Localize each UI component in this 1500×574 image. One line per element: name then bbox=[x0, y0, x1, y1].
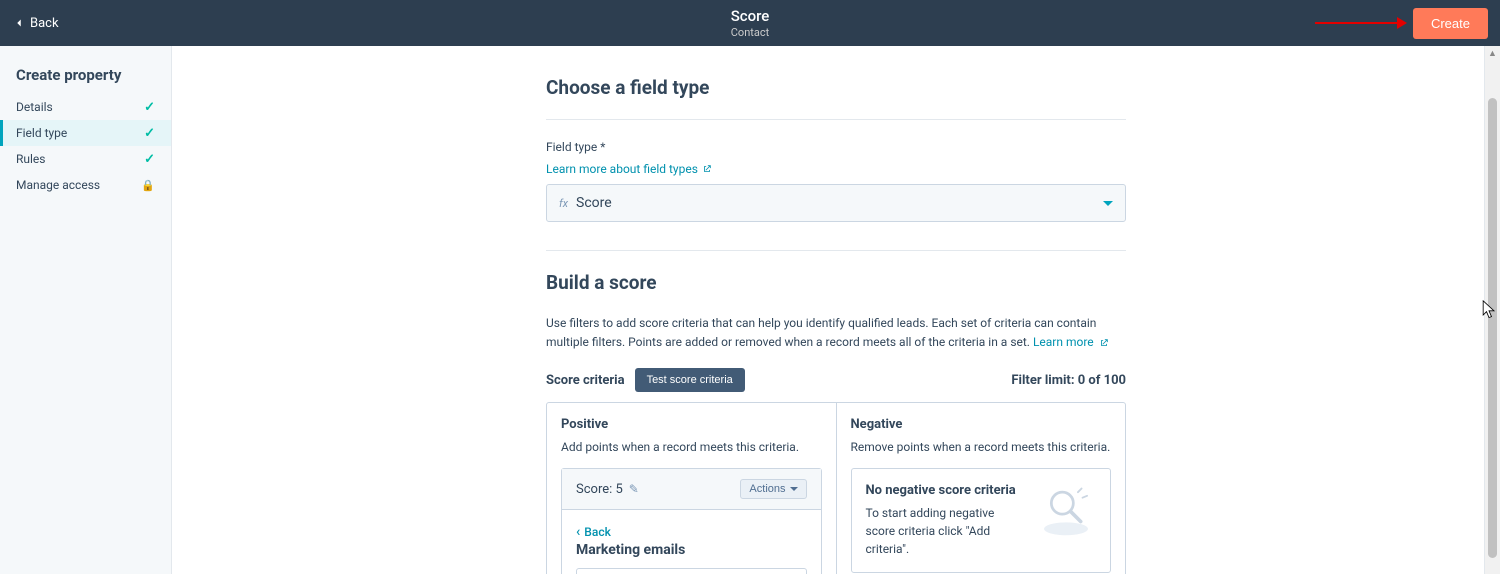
positive-desc: Add points when a record meets this crit… bbox=[561, 440, 822, 454]
learn-link-text: Learn more about field types bbox=[546, 162, 698, 176]
scroll-thumb[interactable] bbox=[1488, 98, 1497, 558]
chevron-left-icon: ‹ bbox=[576, 524, 580, 540]
card-back-label: Back bbox=[584, 525, 611, 539]
chevron-left-icon bbox=[12, 16, 26, 30]
negative-desc: Remove points when a record meets this c… bbox=[851, 440, 1112, 454]
sidebar-title: Create property bbox=[0, 66, 171, 94]
sidebar-item-manage-access[interactable]: Manage access 🔒 bbox=[0, 172, 171, 198]
page-title: Score bbox=[731, 7, 770, 25]
filter-limit-label: Filter limit: 0 of 100 bbox=[1011, 373, 1126, 388]
divider bbox=[546, 250, 1126, 251]
back-label: Back bbox=[30, 16, 59, 31]
negative-column: Negative Remove points when a record mee… bbox=[836, 403, 1126, 574]
chevron-down-icon bbox=[790, 487, 798, 491]
choose-field-heading: Choose a field type bbox=[546, 76, 1126, 99]
card-back-link[interactable]: ‹ Back bbox=[576, 524, 807, 540]
criteria-header: Score criteria Test score criteria Filte… bbox=[546, 368, 1126, 392]
sidebar-item-label: Manage access bbox=[16, 178, 100, 192]
external-link-icon bbox=[1099, 338, 1109, 348]
back-button[interactable]: Back bbox=[12, 16, 59, 31]
check-icon: ✓ bbox=[144, 152, 155, 167]
test-score-button[interactable]: Test score criteria bbox=[635, 368, 745, 392]
field-type-label: Field type * bbox=[546, 140, 1126, 154]
page-subtitle: Contact bbox=[731, 26, 770, 39]
criteria-container: Positive Add points when a record meets … bbox=[546, 402, 1126, 574]
learn-field-types-link[interactable]: Learn more about field types bbox=[546, 162, 712, 176]
search-box[interactable] bbox=[576, 568, 807, 574]
score-criteria-label: Score criteria bbox=[546, 373, 625, 388]
learn-more-text: Learn more bbox=[1033, 335, 1094, 349]
sidebar: Create property Details ✓ Field type ✓ R… bbox=[0, 46, 172, 574]
negative-empty-state: No negative score criteria To start addi… bbox=[851, 468, 1112, 573]
sidebar-item-rules[interactable]: Rules ✓ bbox=[0, 146, 171, 172]
build-score-heading: Build a score bbox=[546, 271, 1126, 294]
divider bbox=[546, 119, 1126, 120]
function-icon: fx bbox=[559, 197, 568, 210]
check-icon: ✓ bbox=[144, 126, 155, 141]
score-card-body: ‹ Back Marketing emails Company Signed bbox=[562, 510, 821, 574]
score-value[interactable]: Score: 5 ✎ bbox=[576, 482, 639, 497]
sidebar-item-label: Field type bbox=[16, 126, 67, 140]
annotation-arrow bbox=[1315, 22, 1405, 24]
magnifier-illustration-icon bbox=[1036, 483, 1096, 538]
pencil-icon: ✎ bbox=[629, 482, 639, 496]
main-content: Choose a field type Field type * Learn m… bbox=[172, 46, 1500, 574]
header-actions: Create bbox=[1315, 8, 1488, 39]
sidebar-item-label: Rules bbox=[16, 152, 45, 166]
sidebar-item-details[interactable]: Details ✓ bbox=[0, 94, 171, 120]
actions-button[interactable]: Actions bbox=[740, 479, 806, 499]
negative-empty-desc: To start adding negative score criteria … bbox=[866, 504, 1027, 558]
marketing-emails-title: Marketing emails bbox=[576, 542, 807, 558]
header-title-block: Score Contact bbox=[731, 7, 770, 39]
scrollbar[interactable]: ▲ bbox=[1484, 46, 1500, 574]
lock-icon: 🔒 bbox=[141, 179, 155, 192]
external-link-icon bbox=[702, 164, 712, 174]
scroll-up-icon[interactable]: ▲ bbox=[1485, 46, 1500, 62]
score-value-text: Score: 5 bbox=[576, 482, 623, 497]
app-header: Back Score Contact Create bbox=[0, 0, 1500, 46]
sidebar-item-field-type[interactable]: Field type ✓ bbox=[0, 120, 171, 146]
score-card-header: Score: 5 ✎ Actions bbox=[562, 469, 821, 510]
build-desc-text: Use filters to add score criteria that c… bbox=[546, 316, 1096, 349]
actions-label: Actions bbox=[749, 483, 785, 495]
positive-column: Positive Add points when a record meets … bbox=[547, 403, 836, 574]
check-icon: ✓ bbox=[144, 100, 155, 115]
positive-title: Positive bbox=[561, 417, 822, 432]
chevron-down-icon bbox=[1103, 201, 1113, 206]
sidebar-item-label: Details bbox=[16, 100, 53, 114]
build-score-description: Use filters to add score criteria that c… bbox=[546, 314, 1126, 352]
negative-empty-title: No negative score criteria bbox=[866, 483, 1027, 498]
field-type-value: Score bbox=[576, 195, 612, 211]
create-button[interactable]: Create bbox=[1413, 8, 1488, 39]
learn-more-link[interactable]: Learn more bbox=[1033, 335, 1109, 349]
field-type-select[interactable]: fx Score bbox=[546, 184, 1126, 222]
score-card: Score: 5 ✎ Actions ‹ Back bbox=[561, 468, 822, 574]
negative-title: Negative bbox=[851, 417, 1112, 432]
